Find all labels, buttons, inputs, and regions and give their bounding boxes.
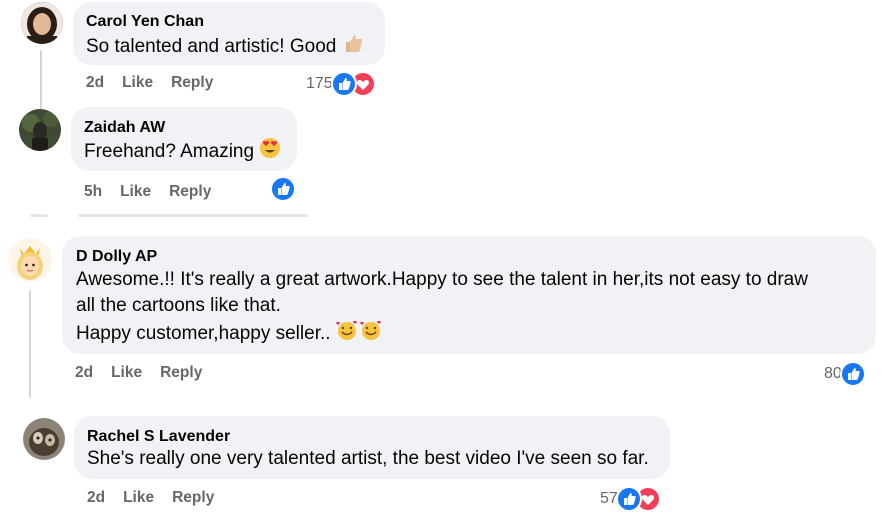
comment-author[interactable]: Carol Yen Chan	[86, 13, 204, 31]
section-divider	[30, 214, 310, 217]
like-button[interactable]: Like	[120, 183, 151, 201]
comment-text-body: Freehand? Amazing	[84, 141, 255, 163]
avatar-photo-icon	[19, 109, 61, 151]
comment-text-line: all the cartoons like that.	[76, 295, 281, 316]
thread-line	[40, 50, 42, 110]
comment-bubble: Rachel S Lavender She's really one very …	[74, 416, 670, 479]
reply-button[interactable]: Reply	[169, 183, 211, 201]
comment-text: Freehand? Amazing	[84, 137, 281, 167]
comment-author[interactable]: Zaidah AW	[84, 119, 165, 137]
like-icon	[330, 71, 357, 97]
comment-author[interactable]: Rachel S Lavender	[87, 428, 230, 446]
avatar-photo-icon	[23, 418, 65, 460]
avatar-photo-icon	[21, 2, 63, 44]
reply-button[interactable]: Reply	[171, 74, 213, 92]
heart-eyes-emoji-icon	[259, 137, 281, 167]
comment-text: Happy customer,happy seller..	[76, 319, 384, 349]
reply-button[interactable]: Reply	[172, 489, 214, 507]
like-button[interactable]: Like	[111, 364, 142, 382]
comment-actions: 2d Like Reply	[86, 74, 231, 92]
thread-line	[29, 290, 31, 398]
comment-text-line: Happy customer,happy seller..	[76, 323, 331, 345]
comment-time[interactable]: 2d	[87, 489, 105, 507]
avatar[interactable]	[8, 238, 52, 282]
reaction-summary[interactable]: 57	[600, 486, 661, 512]
comment-bubble: D Dolly AP Awesome.!! It's really a grea…	[62, 236, 876, 354]
comment-actions: 5h Like Reply	[84, 183, 229, 201]
comment-bubble: Zaidah AW Freehand? Amazing	[71, 107, 297, 171]
thumbs-up-emoji-icon	[342, 32, 364, 62]
avatar[interactable]	[19, 109, 61, 151]
comment-bubble: Carol Yen Chan So talented and artistic!…	[73, 2, 385, 65]
comment-actions: 2d Like Reply	[75, 364, 220, 382]
reaction-count: 175	[306, 75, 333, 92]
like-icon	[615, 486, 642, 512]
like-button[interactable]: Like	[122, 74, 153, 92]
reaction-summary[interactable]: 80	[824, 361, 866, 387]
comment-text-body: So talented and artistic! Good	[86, 36, 337, 58]
princess-emoji-icon	[8, 238, 52, 282]
reaction-summary[interactable]	[270, 176, 296, 202]
like-icon	[270, 176, 296, 202]
like-icon	[839, 361, 866, 387]
like-button[interactable]: Like	[123, 489, 154, 507]
reply-button[interactable]: Reply	[160, 364, 202, 382]
avatar[interactable]	[23, 418, 65, 460]
smiling-face-with-hearts-emoji-icon	[336, 319, 384, 349]
reaction-summary[interactable]: 175	[306, 71, 376, 97]
comment-text-line: Awesome.!! It's really a great artwork.H…	[76, 269, 808, 290]
comment-author[interactable]: D Dolly AP	[76, 248, 157, 266]
comment-actions: 2d Like Reply	[87, 489, 232, 507]
comment-text: So talented and artistic! Good	[86, 32, 364, 62]
comment-text: She's really one very talented artist, t…	[87, 448, 649, 469]
comment-time[interactable]: 2d	[75, 364, 93, 382]
comment-time[interactable]: 5h	[84, 183, 102, 201]
comment-time[interactable]: 2d	[86, 74, 104, 92]
avatar[interactable]	[21, 2, 63, 44]
